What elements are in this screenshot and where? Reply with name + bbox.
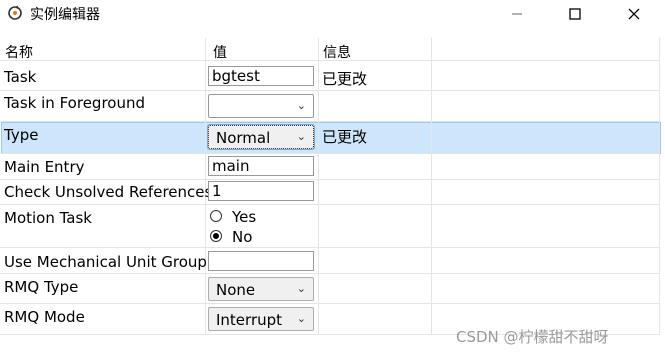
task-foreground-select[interactable]: ⌄ — [208, 94, 314, 118]
chevron-down-icon: ⌄ — [296, 130, 306, 143]
close-icon — [628, 8, 640, 20]
grid-line — [0, 273, 660, 274]
grid-line — [318, 38, 319, 335]
minimize-icon — [512, 13, 522, 15]
chevron-down-icon: ⌄ — [296, 99, 306, 112]
motion-task-no-radio[interactable] — [210, 230, 222, 242]
chevron-down-icon: ⌄ — [296, 312, 306, 325]
motion-task-no-label[interactable]: No — [232, 228, 252, 246]
title-bar: 实例编辑器 — [0, 0, 665, 28]
row-label-type: Type — [4, 126, 39, 144]
motion-task-yes-label[interactable]: Yes — [232, 208, 256, 226]
type-value: Normal — [216, 129, 271, 147]
row-label-motion-task: Motion Task — [4, 209, 92, 227]
column-header-name[interactable]: 名称 — [5, 42, 33, 62]
row-label-rmq-type: RMQ Type — [4, 278, 79, 296]
minimize-button[interactable] — [494, 0, 540, 28]
column-header-value[interactable]: 值 — [213, 42, 227, 62]
row-label-check-unsolved: Check Unsolved References — [4, 183, 213, 201]
rmq-mode-select[interactable]: Interrupt ⌄ — [208, 307, 314, 331]
check-unsolved-input[interactable]: 1 — [208, 181, 314, 201]
app-cycle-icon — [8, 5, 22, 20]
mech-unit-input[interactable] — [208, 251, 314, 271]
property-grid: 名称 值 信息 Task bgtest 已更改 Task in Foregrou… — [0, 38, 665, 355]
close-button[interactable] — [611, 0, 657, 28]
row-label-rmq-mode: RMQ Mode — [4, 308, 85, 326]
task-info: 已更改 — [322, 70, 368, 88]
grid-line — [0, 303, 660, 304]
task-input[interactable]: bgtest — [208, 66, 314, 86]
grid-line — [659, 38, 660, 335]
column-header-info[interactable]: 信息 — [323, 42, 351, 62]
grid-line — [0, 204, 660, 205]
grid-line — [0, 247, 660, 248]
grid-line — [0, 90, 660, 91]
grid-line — [431, 38, 432, 335]
row-label-task-foreground: Task in Foreground — [4, 94, 145, 112]
row-label-task: Task — [4, 68, 37, 86]
row-label-main-entry: Main Entry — [4, 158, 85, 176]
rmq-mode-value: Interrupt — [216, 311, 283, 329]
radio-selected-dot — [213, 233, 219, 239]
chevron-down-icon: ⌄ — [296, 282, 306, 295]
grid-line — [0, 153, 660, 154]
grid-line — [0, 179, 660, 180]
rmq-type-select[interactable]: None ⌄ — [208, 277, 314, 301]
main-entry-input[interactable]: main — [208, 156, 314, 176]
type-info: 已更改 — [322, 128, 368, 146]
rmq-type-value: None — [216, 281, 256, 299]
motion-task-yes-radio[interactable] — [210, 210, 222, 222]
window-title: 实例编辑器 — [30, 7, 100, 23]
watermark: CSDN @柠檬甜不甜呀 — [456, 328, 609, 346]
grid-line — [0, 121, 660, 122]
row-label-mech-unit: Use Mechanical Unit Group — [4, 253, 207, 271]
type-select[interactable]: Normal ⌄ — [207, 124, 315, 150]
maximize-button[interactable] — [552, 0, 598, 28]
maximize-icon — [569, 8, 581, 20]
